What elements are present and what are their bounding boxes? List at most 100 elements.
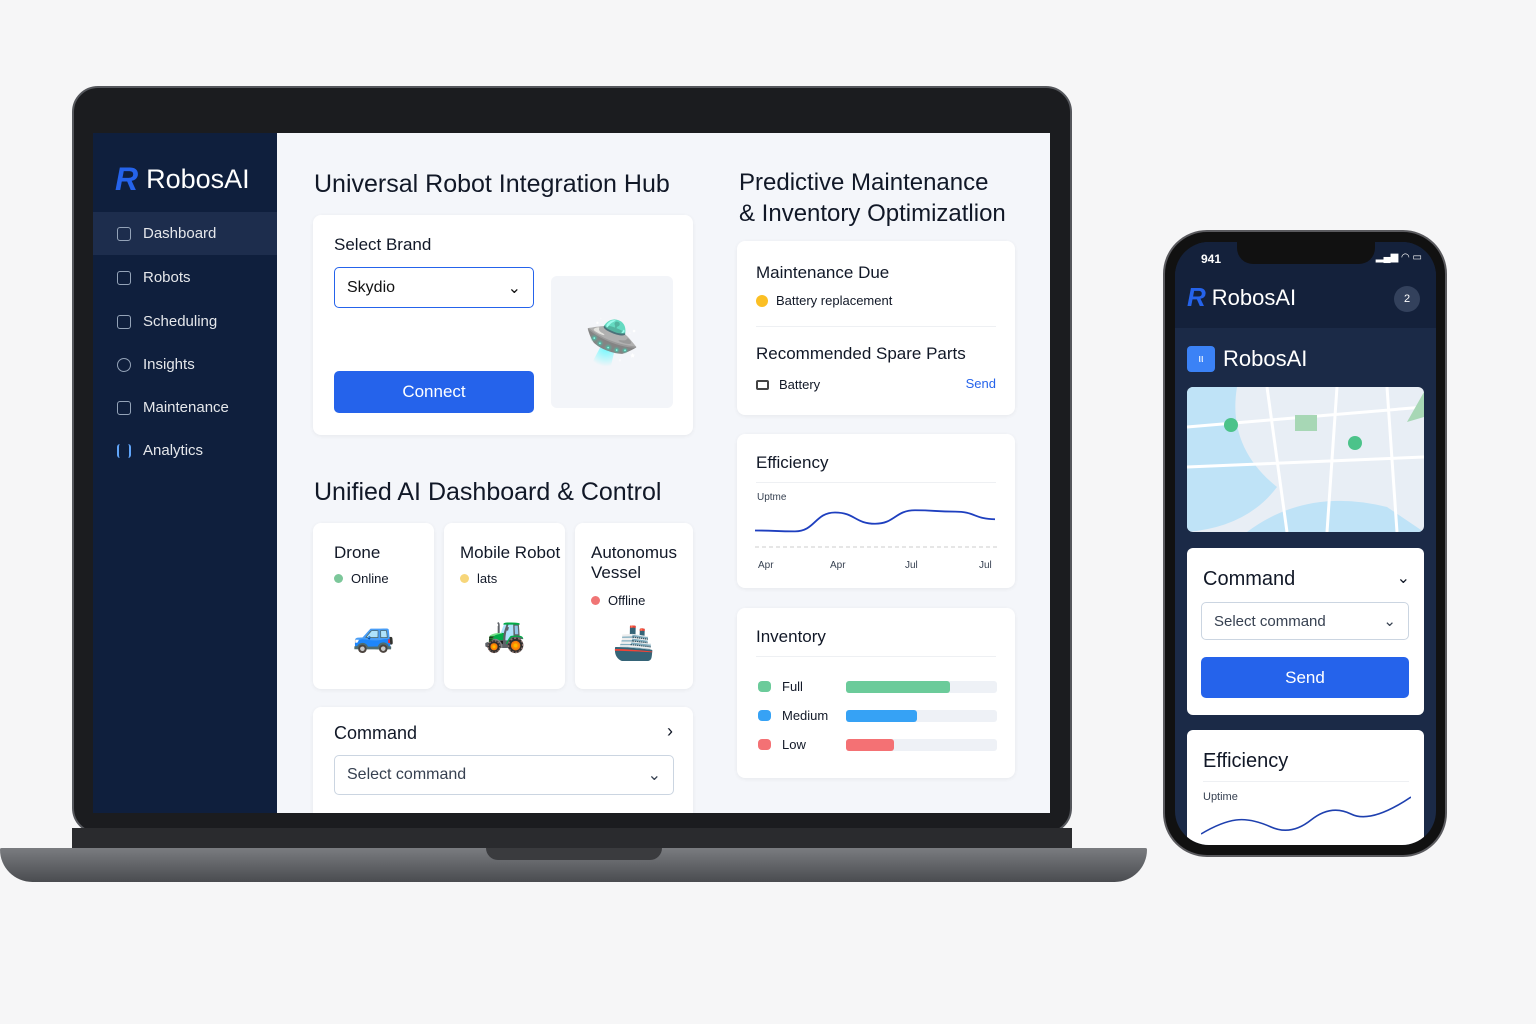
sidebar-item-label: Robots xyxy=(143,269,191,286)
command-title: Command xyxy=(334,723,418,743)
calendar-icon xyxy=(117,314,131,329)
robot-status: Offline xyxy=(608,593,646,608)
inventory-bar xyxy=(846,710,917,722)
phone-send-button[interactable]: Send xyxy=(1201,657,1409,698)
robot-vehicle-icon: 🚙 xyxy=(352,616,396,654)
app-icon: ιι xyxy=(1187,346,1215,372)
inventory-title: Inventory xyxy=(756,627,826,646)
x-tick: Apr xyxy=(758,560,774,571)
spare-parts-title: Recommended Spare Parts xyxy=(756,344,966,363)
maintenance-due-title: Maintenance Due xyxy=(756,263,890,282)
maintenance-title: Predictive Maintenance & Inventory Optimi… xyxy=(739,167,1006,229)
laptop-hinge xyxy=(72,828,1072,850)
mobile-robot-icon: 🚜 xyxy=(483,616,527,654)
connect-button[interactable]: Connect xyxy=(334,371,534,413)
phone-command-select[interactable]: Select command ⌄ xyxy=(1201,602,1409,640)
sidebar: R RobosAI Dashboard Robots Scheduling Ins… xyxy=(93,133,277,813)
brand-card: Select Brand Skydio ⌄ Connect 🛸 xyxy=(313,215,693,435)
map-view[interactable] xyxy=(1187,387,1424,532)
uptime-line xyxy=(755,509,996,533)
sidebar-item-insights[interactable]: Insights xyxy=(93,343,277,386)
efficiency-chart xyxy=(755,509,998,548)
bar-chart-icon xyxy=(117,443,131,458)
maintenance-card: Maintenance Due Battery replacement Reco… xyxy=(737,241,1015,415)
sidebar-item-label: Analytics xyxy=(143,442,204,459)
inventory-label: Low xyxy=(782,737,806,752)
phone-screen: 941 ▂▄▆ ◠ ▭ R RobosAI 2 ιι RobosAI Command… xyxy=(1175,242,1436,845)
send-link[interactable]: Send xyxy=(966,376,996,391)
sidebar-item-dashboard[interactable]: Dashboard xyxy=(93,212,277,255)
brand-value: Skydio xyxy=(347,278,396,296)
command-placeholder: Select command xyxy=(347,766,467,783)
status-time: 941 xyxy=(1201,252,1222,266)
legend-swatch xyxy=(758,710,771,721)
robot-name: Drone xyxy=(334,543,381,562)
battery-icon xyxy=(756,379,769,390)
inventory-label: Medium xyxy=(782,708,829,723)
wrench-icon xyxy=(117,400,131,415)
spare-part-name: Battery xyxy=(779,377,821,392)
phone-command-title: Command xyxy=(1203,568,1296,590)
brand-select[interactable]: Skydio ⌄ xyxy=(334,267,534,308)
x-tick: Apr xyxy=(830,560,846,571)
sidebar-item-label: Scheduling xyxy=(143,313,218,330)
logo-icon: R xyxy=(115,161,139,197)
robot-card-vessel[interactable]: Autonomus Vessel Offline 🚢 xyxy=(575,523,693,689)
maintenance-title-line2: & Inventory Optimizatlion xyxy=(739,200,1006,227)
sidebar-item-maintenance[interactable]: Maintenance xyxy=(93,386,277,429)
robot-name: Autonomus Vessel xyxy=(591,543,677,582)
robot-card-mobile[interactable]: Mobile Robot lats 🚜 xyxy=(444,523,565,689)
phone-efficiency-chart xyxy=(1201,796,1411,835)
status-dot xyxy=(591,596,600,605)
vessel-icon: 🚢 xyxy=(612,624,656,662)
phone-efficiency-card: Efficiency Uptime xyxy=(1187,730,1424,845)
logo-icon: R xyxy=(1187,282,1206,312)
brand-name: RobosAI xyxy=(146,164,250,194)
sidebar-item-scheduling[interactable]: Scheduling xyxy=(93,300,277,343)
status-icons: ▂▄▆ ◠ ▭ xyxy=(1375,252,1422,263)
insights-icon xyxy=(117,357,131,372)
sidebar-item-label: Maintenance xyxy=(143,399,229,416)
laptop-notch xyxy=(486,848,662,860)
phone-brand: R RobosAI xyxy=(1187,282,1296,313)
divider xyxy=(756,326,996,327)
chevron-down-icon[interactable]: ⌄ xyxy=(1397,568,1410,588)
inventory-track xyxy=(846,681,997,693)
sidebar-item-robots[interactable]: Robots xyxy=(93,256,277,299)
x-tick: Jul xyxy=(905,560,918,571)
command-select[interactable]: Select command ⌄ xyxy=(334,755,674,795)
robot-card-drone[interactable]: Drone Online 🚙 xyxy=(313,523,434,689)
sidebar-item-analytics[interactable]: Analytics xyxy=(93,429,277,472)
robot-status: Online xyxy=(351,571,389,586)
legend-swatch xyxy=(758,681,771,692)
warning-icon xyxy=(756,294,768,307)
sidebar-item-label: Dashboard xyxy=(143,225,217,242)
robot-status: lats xyxy=(477,571,498,586)
map-pin-icon[interactable] xyxy=(1224,418,1238,432)
phone-notch xyxy=(1237,242,1375,264)
inventory-track xyxy=(846,710,997,722)
efficiency-title: Efficiency xyxy=(756,453,829,472)
select-brand-label: Select Brand xyxy=(334,235,432,254)
divider xyxy=(756,482,996,483)
hub-title: Universal Robot Integration Hub xyxy=(314,170,670,198)
map-pin-icon[interactable] xyxy=(1348,436,1362,450)
phone-uptime-line xyxy=(1201,796,1411,835)
drone-icon: 🛸 xyxy=(551,276,673,408)
laptop-screen: R RobosAI Dashboard Robots Scheduling Ins… xyxy=(93,133,1050,813)
legend-swatch xyxy=(758,739,771,750)
divider xyxy=(1203,781,1409,782)
app-title: RobosAI xyxy=(1223,346,1308,371)
inventory-bar xyxy=(846,681,951,693)
phone-command-placeholder: Select command xyxy=(1214,612,1326,630)
dashboard-title: Unified AI Dashboard & Control xyxy=(314,478,662,506)
chevron-down-icon: ⌄ xyxy=(1383,613,1396,630)
chevron-right-icon[interactable]: › xyxy=(667,721,673,742)
inventory-card: Inventory Full Medium Low xyxy=(737,608,1015,778)
profile-badge[interactable]: 2 xyxy=(1394,286,1420,312)
chevron-down-icon: ⌄ xyxy=(507,279,521,297)
divider xyxy=(756,656,996,657)
sidebar-item-label: Insights xyxy=(143,356,195,373)
x-tick: Jul xyxy=(979,560,992,571)
phone-command-card: Command ⌄ Select command ⌄ Send xyxy=(1187,548,1424,715)
